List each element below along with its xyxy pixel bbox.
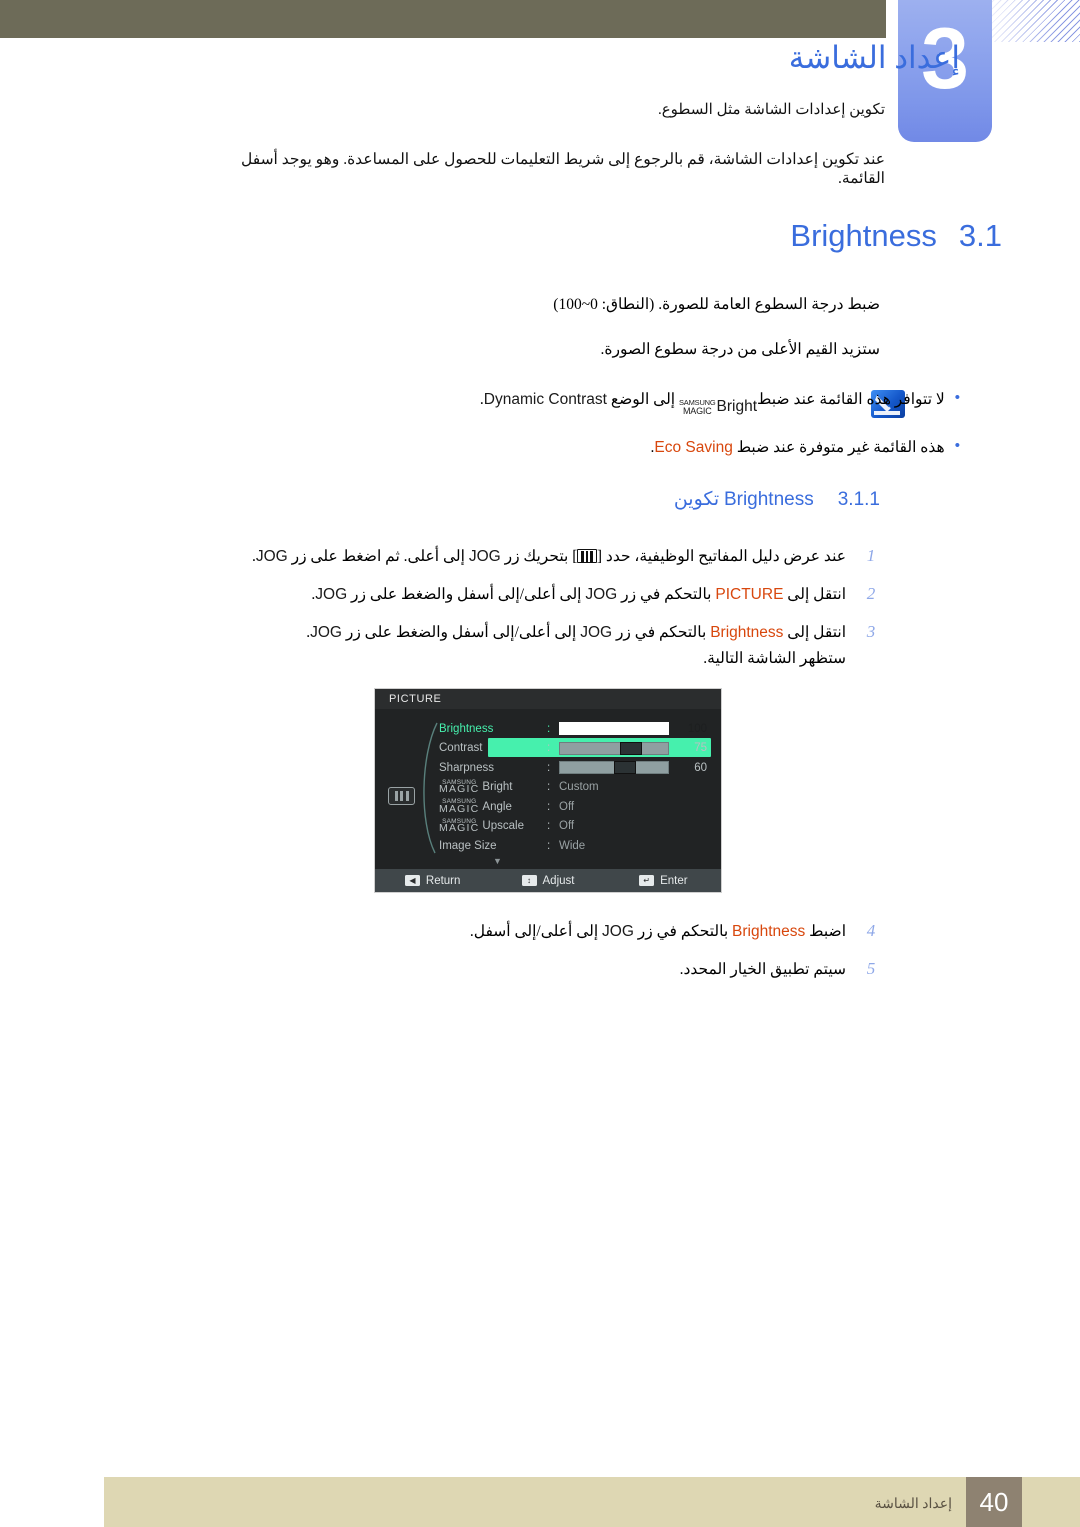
page-number: 40 bbox=[979, 1486, 1009, 1517]
menu-bars-glyph-icon bbox=[577, 549, 597, 563]
section-heading: 3.1 Brightness bbox=[142, 218, 1002, 254]
step-item: 3 انتقل إلى Brightness بالتحكم في زر JOG… bbox=[190, 621, 880, 671]
osd-row-colon: : bbox=[547, 800, 551, 813]
osd-row-colon: : bbox=[547, 761, 551, 774]
osd-row-magic-upscale[interactable]: SAMSUNG MAGIC Upscale : Off bbox=[439, 817, 713, 837]
osd-row-label: Contrast bbox=[439, 742, 483, 755]
bullet-dot-icon: • bbox=[954, 389, 960, 406]
subsection-heading: 3.1.1 Brightness تكوين bbox=[160, 488, 880, 511]
osd-row-magic-bright[interactable]: SAMSUNG MAGIC Bright : Custom bbox=[439, 778, 713, 798]
step-number: 5 bbox=[866, 959, 876, 979]
step-number: 1 bbox=[866, 546, 876, 565]
osd-row-number: 100 bbox=[687, 722, 707, 735]
osd-row-text-value: Off bbox=[559, 820, 575, 833]
step-number: 3 bbox=[866, 622, 876, 642]
step-subtext: ستظهر الشاشة التالية. bbox=[703, 650, 846, 668]
osd-row-value: Off bbox=[559, 801, 713, 813]
osd-title: PICTURE bbox=[375, 689, 721, 709]
osd-hint-label: Return bbox=[425, 874, 461, 887]
adjust-key-icon: ↕ bbox=[521, 875, 537, 886]
samsung-magic-label: SAMSUNG MAGIC Bright bbox=[439, 778, 513, 796]
osd-row-label: SAMSUNG MAGIC Upscale bbox=[439, 817, 547, 835]
return-key-icon: ◀ bbox=[404, 875, 420, 886]
step-number: 2 bbox=[866, 584, 876, 604]
osd-row-colon: : bbox=[547, 839, 551, 852]
brightness-slider[interactable] bbox=[559, 722, 669, 736]
note-bullet-item: • هذه القائمة غير متوفرة عند ضبط Eco Sav… bbox=[220, 438, 960, 457]
osd-row-text-value: Off bbox=[559, 800, 575, 813]
note-bullet-text: لا تتوافر هذه القائمة عند ضبط SAMSUNG MAGI… bbox=[479, 391, 945, 416]
osd-row-label: Sharpness bbox=[439, 761, 494, 774]
step-text: عند عرض دليل المفاتيح الوظيفية، حدد [] ب… bbox=[251, 548, 846, 565]
osd-row-list: Brightness : 100 Contrast : 75 Sharpness… bbox=[439, 719, 713, 856]
osd-footer-hints: ◀ Return ↕ Adjust ↵ Enter bbox=[375, 869, 721, 892]
chapter-intro-line-2: عند تكوين إعدادات الشاشة، قم بالرجوع إلى… bbox=[240, 151, 885, 187]
osd-row-value: Wide bbox=[559, 840, 713, 852]
osd-hint-adjust[interactable]: ↕ Adjust bbox=[490, 875, 605, 887]
osd-row-label: SAMSUNG MAGIC Angle bbox=[439, 798, 547, 815]
osd-row-label: Brightness bbox=[439, 722, 494, 735]
step-item: 2 انتقل إلى PICTURE بالتحكم في زر JOG إل… bbox=[190, 583, 880, 607]
step-text: اضبط Brightness بالتحكم في زر JOG إلى أع… bbox=[469, 923, 846, 940]
footer-page-box: 40 bbox=[966, 1477, 1022, 1527]
section-description-line-2: ستزيد القيم الأعلى من درجة سطوع الصورة. bbox=[600, 341, 880, 358]
osd-row-magic-angle[interactable]: SAMSUNG MAGIC Angle : Off bbox=[439, 797, 713, 817]
subsection-number: 3.1.1 bbox=[837, 489, 880, 510]
step-number: 4 bbox=[866, 921, 876, 940]
osd-menu-screenshot: PICTURE Brightness : 100 Contrast: 75 S… bbox=[374, 688, 722, 893]
osd-row-label: Image Size bbox=[439, 839, 497, 852]
osd-row-colon: : bbox=[547, 742, 551, 755]
osd-row-value: 100 bbox=[559, 722, 713, 736]
osd-hint-label: Adjust bbox=[542, 874, 575, 887]
step-text: سيتم تطبيق الخيار المحدد. bbox=[679, 961, 846, 979]
samsung-magic-label: SAMSUNG MAGIC Angle bbox=[439, 798, 512, 815]
note-bullet-text: هذه القائمة غير متوفرة عند ضبط Eco Savin… bbox=[650, 438, 945, 456]
osd-row-text-value: Custom bbox=[559, 781, 599, 794]
bullet-dot-icon: • bbox=[954, 436, 960, 454]
step-item: 1 عند عرض دليل المفاتيح الوظيفية، حدد []… bbox=[190, 545, 880, 569]
osd-hint-enter[interactable]: ↵ Enter bbox=[606, 875, 721, 887]
osd-hint-label: Enter bbox=[660, 874, 688, 887]
steps-list-after-image: 4 اضبط Brightness بالتحكم في زر JOG إلى … bbox=[190, 920, 880, 996]
samsung-magic-label: SAMSUNG MAGIC Upscale bbox=[439, 817, 524, 835]
header-olive-bar bbox=[0, 0, 886, 38]
step-item: 4 اضبط Brightness بالتحكم في زر JOG إلى … bbox=[190, 920, 880, 944]
osd-row-label: SAMSUNG MAGIC Bright bbox=[439, 778, 547, 796]
header-hatch-decoration bbox=[980, 0, 1080, 42]
note-bullet-item: • لا تتوافر هذه القائمة عند ضبط SAMSUNG MA… bbox=[220, 390, 960, 416]
osd-row-number: 75 bbox=[694, 742, 707, 755]
osd-row-image-size[interactable]: Image Size : Wide bbox=[439, 836, 713, 856]
osd-row-value: Off bbox=[559, 820, 713, 832]
osd-body: Brightness : 100 Contrast : 75 Sharpness… bbox=[375, 709, 721, 869]
osd-row-colon: : bbox=[547, 820, 551, 833]
steps-list-before-image: 1 عند عرض دليل المفاتيح الوظيفية، حدد []… bbox=[190, 545, 880, 685]
osd-row-brightness[interactable]: Brightness : 100 bbox=[439, 719, 713, 739]
footer-chapter-label: إعداد الشاشة bbox=[874, 1497, 952, 1512]
step-item: 5 سيتم تطبيق الخيار المحدد. bbox=[190, 958, 880, 982]
osd-row-colon: : bbox=[547, 722, 551, 735]
section-number: 3.1 bbox=[958, 218, 1002, 253]
osd-row-contrast[interactable]: Contrast : 75 bbox=[439, 739, 713, 759]
enter-key-icon: ↵ bbox=[639, 875, 655, 886]
chapter-title: إعداد الشاشة bbox=[788, 40, 960, 75]
step-text: انتقل إلى Brightness بالتحكم في زر JOG إ… bbox=[190, 621, 846, 671]
note-bullet-list: • لا تتوافر هذه القائمة عند ضبط SAMSUNG MA… bbox=[220, 390, 960, 479]
chapter-intro-line-1: تكوين إعدادات الشاشة مثل السطوع. bbox=[657, 102, 885, 118]
osd-row-value: Custom bbox=[559, 781, 713, 793]
osd-row-value: 75 bbox=[559, 741, 713, 755]
step-text: انتقل إلى PICTURE بالتحكم في زر JOG إلى … bbox=[311, 586, 846, 604]
osd-hint-return[interactable]: ◀ Return bbox=[375, 875, 490, 887]
osd-row-text-value: Wide bbox=[559, 839, 586, 852]
subsection-title: Brightness تكوين bbox=[673, 489, 814, 510]
sharpness-slider[interactable] bbox=[559, 761, 669, 775]
osd-more-indicator-icon[interactable]: ▼ bbox=[493, 857, 502, 866]
section-description-line-1: ضبط درجة السطوع العامة للصورة. (النطاق: … bbox=[553, 296, 880, 313]
contrast-slider[interactable] bbox=[559, 741, 669, 755]
osd-row-value: 60 bbox=[559, 761, 713, 775]
osd-row-colon: : bbox=[547, 781, 551, 794]
section-title: Brightness bbox=[790, 218, 937, 253]
osd-row-number: 60 bbox=[694, 761, 707, 774]
osd-row-sharpness[interactable]: Sharpness : 60 bbox=[439, 758, 713, 778]
samsung-magic-bright-label: SAMSUNG MAGIC Bright bbox=[679, 397, 758, 416]
